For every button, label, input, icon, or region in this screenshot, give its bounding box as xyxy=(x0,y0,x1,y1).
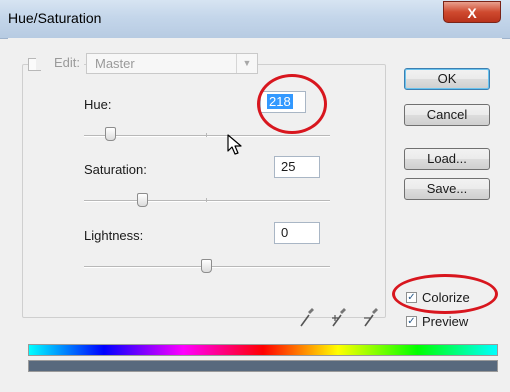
load-button[interactable]: Load... xyxy=(404,148,490,170)
chevron-down-icon[interactable]: ▼ xyxy=(236,54,257,73)
cancel-button[interactable]: Cancel xyxy=(404,104,490,126)
hue-input[interactable]: 218 xyxy=(260,91,306,113)
close-button[interactable]: X xyxy=(443,1,501,23)
saturation-slider-thumb[interactable] xyxy=(137,193,148,207)
ok-button[interactable]: OK xyxy=(404,68,490,90)
eyedropper-plus-icon[interactable] xyxy=(330,306,348,328)
edit-label: Edit: xyxy=(36,55,85,70)
hue-label: Hue: xyxy=(84,97,112,112)
adjustment-group xyxy=(22,64,386,318)
dialog-body: Edit: Master ▼ Hue: 218 Saturation: 25 L… xyxy=(8,38,502,384)
save-button[interactable]: Save... xyxy=(404,178,490,200)
hue-slider-thumb[interactable] xyxy=(105,127,116,141)
saturation-input[interactable]: 25 xyxy=(274,156,320,178)
saturation-value: 25 xyxy=(281,159,296,174)
title-bar: Hue/Saturation X xyxy=(0,0,510,39)
edit-channel-select[interactable]: Master ▼ xyxy=(86,53,258,74)
hue-spectrum-bar xyxy=(28,344,498,356)
colorize-label: Colorize xyxy=(422,290,470,305)
edit-channel-value: Master xyxy=(95,56,135,71)
eyedropper-icon[interactable] xyxy=(298,306,316,328)
result-color-bar xyxy=(28,360,498,372)
pointer-cursor-icon xyxy=(227,134,242,155)
saturation-slider-center-tick xyxy=(206,198,207,202)
lightness-value: 0 xyxy=(281,225,289,240)
hue-slider-track[interactable] xyxy=(84,135,330,137)
hue-value: 218 xyxy=(267,94,293,109)
colorize-checkbox[interactable]: ✓ xyxy=(406,292,417,303)
saturation-slider-track[interactable] xyxy=(84,200,330,202)
preview-label: Preview xyxy=(422,314,469,329)
hue-slider-center-tick xyxy=(206,133,207,137)
preview-checkbox[interactable]: ✓ xyxy=(406,316,417,327)
saturation-label: Saturation: xyxy=(84,162,147,177)
lightness-input[interactable]: 0 xyxy=(274,222,320,244)
lightness-slider-thumb[interactable] xyxy=(201,259,212,273)
hue-saturation-dialog: Hue/Saturation X Edit: Master ▼ Hue: 218… xyxy=(0,0,510,392)
window-title: Hue/Saturation xyxy=(8,10,102,26)
lightness-label: Lightness: xyxy=(84,228,144,243)
eyedropper-minus-icon[interactable] xyxy=(362,306,380,328)
